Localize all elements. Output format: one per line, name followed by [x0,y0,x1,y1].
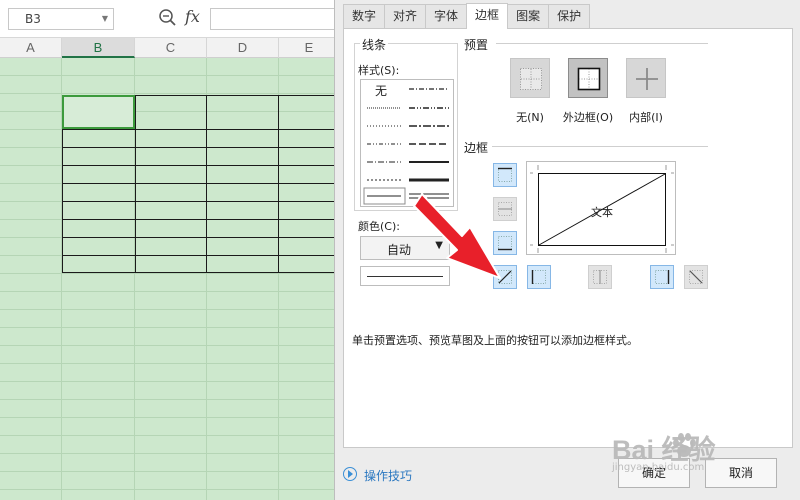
preset-none-icon [520,68,542,90]
formula-input[interactable] [210,8,350,30]
border-diagonal-up-button[interactable] [493,265,517,289]
border-left-button[interactable] [527,265,551,289]
watermark-logo: Bai 经验 [612,435,716,465]
column-header-d[interactable]: D [207,38,279,58]
preset-outline-button[interactable] [568,58,608,98]
column-header-e[interactable]: E [279,38,340,58]
border-bottom-icon [498,236,512,251]
color-select-value: 自动 [386,243,411,257]
preview-text: 文本 [591,206,613,219]
border-diagonal-down-button[interactable] [684,265,708,289]
preset-outline-label[interactable]: 外边框(O) [556,109,620,125]
line-style-list[interactable]: 无 [360,79,454,207]
preset-group-title: 预置 [464,38,489,52]
border-middle-vertical-button[interactable] [588,265,612,289]
style-label: 样式(S): [358,64,400,77]
tips-link-label[interactable]: 操作技巧 [364,467,412,484]
border-left-icon [531,270,546,284]
border-top-button[interactable] [493,163,517,187]
column-header-a[interactable]: A [0,38,62,58]
column-header-c[interactable]: C [135,38,207,58]
border-diagonal-up-icon [498,270,512,284]
format-cells-dialog: 数字 对齐 字体 边框 图案 保护 线条 样式(S): 无 颜色(C): 自动 … [334,0,800,500]
preset-outline-icon [577,67,601,91]
watermark-url: jingyan.baidu.com [612,462,705,473]
tab-alignment[interactable]: 对齐 [384,4,427,28]
border-top-icon [498,167,512,182]
tab-font[interactable]: 字体 [425,4,468,28]
border-middle-horizontal-button[interactable] [493,197,517,221]
screen: B3 ▼ fx A B C D E 数字 对齐 字体 边框 图案 保护 线条 样… [0,0,800,500]
chevron-down-icon[interactable]: ▼ [435,240,443,251]
zoom-icon[interactable] [158,7,178,29]
column-header-row: A B C D E [0,38,340,58]
tab-protection[interactable]: 保护 [548,4,591,28]
preset-inside-icon [636,68,658,90]
hint-text: 单击预置选项、预览草图及上面的按钮可以添加边框样式。 [352,334,638,347]
tab-pattern[interactable]: 图案 [507,4,550,28]
border-tab-panel: 线条 样式(S): 无 颜色(C): 自动 ▼ 预置 无(N) 外边框(O) 内… [343,28,793,448]
name-box-value: B3 [25,12,41,26]
baidu-jingyan-watermark: Bai 经验 jingyan.baidu.com [612,428,716,473]
formula-bar: B3 ▼ fx [0,0,350,38]
fx-icon[interactable]: fx [185,7,200,26]
border-right-icon [655,270,670,284]
chevron-down-icon[interactable]: ▼ [102,9,108,29]
border-diagonal-down-icon [689,270,703,284]
preset-inside-button[interactable] [626,58,666,98]
line-group-title: 线条 [360,36,389,53]
preset-none-label[interactable]: 无(N) [498,109,562,125]
border-bottom-button[interactable] [493,231,517,255]
line-style-options[interactable] [361,80,455,208]
border-middle-horizontal-icon [498,202,512,216]
tab-number[interactable]: 数字 [343,4,386,28]
border-middle-vertical-icon [593,270,607,284]
play-icon[interactable] [343,467,357,481]
selected-cell-b3[interactable] [62,95,135,129]
column-header-b[interactable]: B [62,38,135,58]
border-preview[interactable]: 文本 [526,161,676,255]
border-divider [492,146,708,147]
color-label: 颜色(C): [358,220,400,233]
preset-inside-label[interactable]: 内部(I) [614,109,678,125]
line-style-preview [360,266,450,286]
color-select[interactable]: 自动 ▼ [360,236,450,260]
paw-icon [673,433,696,457]
border-right-button[interactable] [650,265,674,289]
preset-divider [496,43,708,44]
border-group-title: 边框 [464,141,489,155]
tab-border[interactable]: 边框 [466,3,509,29]
name-box[interactable]: B3 ▼ [8,8,114,30]
preset-none-button[interactable] [510,58,550,98]
tab-bar: 数字 对齐 字体 边框 图案 保护 [343,3,591,29]
